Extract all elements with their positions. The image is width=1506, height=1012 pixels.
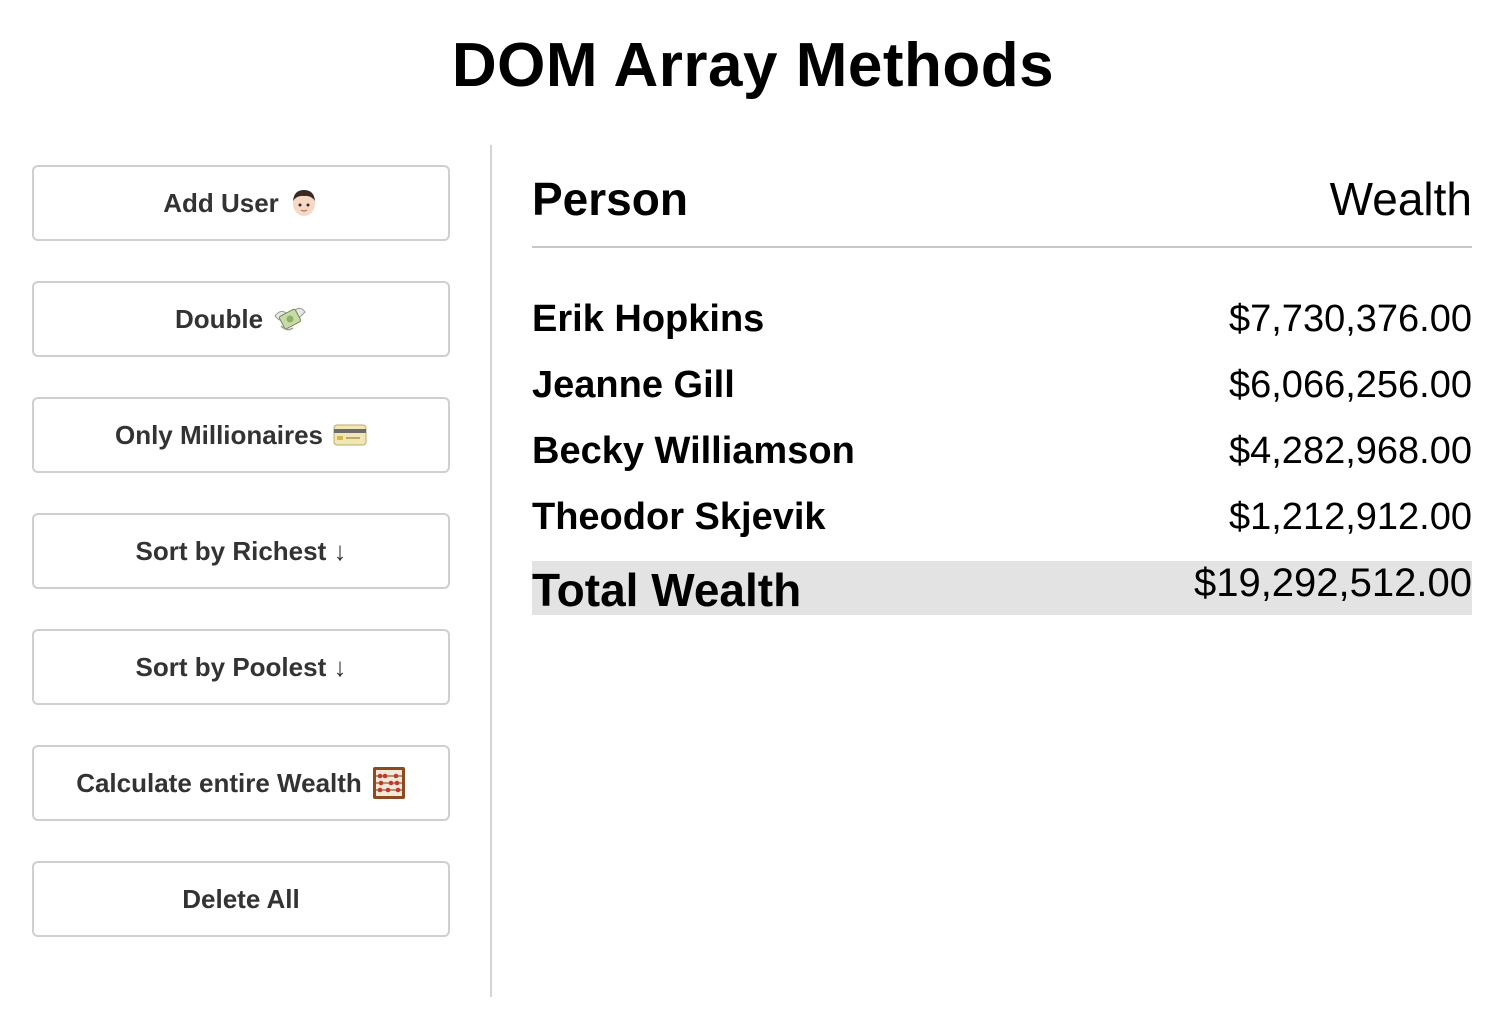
- sort-by-richest-label: Sort by Richest ↓: [135, 535, 347, 566]
- vertical-divider: [490, 145, 492, 997]
- only-millionaires-label: Only Millionaires: [114, 419, 324, 450]
- person-row: Erik Hopkins $7,730,376.00: [532, 286, 1472, 352]
- person-wealth: $1,212,912.00: [1228, 495, 1472, 538]
- wealth-column-header: Wealth: [1329, 173, 1472, 225]
- person-row: Theodor Skjevik $1,212,912.00: [532, 484, 1472, 550]
- delete-all-label: Delete All: [182, 883, 300, 914]
- delete-all-button[interactable]: Delete All: [32, 861, 450, 937]
- person-column-header: Person: [532, 173, 688, 225]
- table-header: Person Wealth: [532, 160, 1472, 248]
- only-millionaires-button[interactable]: Only Millionaires: [32, 397, 450, 473]
- person-name: Jeanne Gill: [532, 363, 735, 406]
- sidebar: Add User Double Only Millionaires Sort b…: [32, 165, 450, 977]
- person-row: Becky Williamson $4,282,968.00: [532, 418, 1472, 484]
- person-wealth: $4,282,968.00: [1228, 429, 1472, 472]
- total-wealth-label: Total Wealth: [532, 564, 802, 616]
- total-wealth-row: Total Wealth $19,292,512.00: [532, 561, 1472, 616]
- person-icon: [289, 187, 319, 219]
- person-wealth: $7,730,376.00: [1228, 297, 1472, 340]
- credit-card-icon: [333, 423, 367, 447]
- total-wealth-amount: $19,292,512.00: [1193, 561, 1472, 605]
- double-button[interactable]: Double: [32, 281, 450, 357]
- sort-by-poolest-label: Sort by Poolest ↓: [135, 651, 347, 682]
- sort-by-poolest-button[interactable]: Sort by Poolest ↓: [32, 629, 450, 705]
- wealth-table: Person Wealth Erik Hopkins $7,730,376.00…: [532, 160, 1472, 616]
- person-name: Erik Hopkins: [532, 297, 765, 340]
- calculate-entire-wealth-button[interactable]: Calculate entire Wealth: [32, 745, 450, 821]
- person-name: Becky Williamson: [532, 429, 855, 472]
- money-with-wings-icon: [273, 304, 307, 334]
- double-label: Double: [174, 303, 264, 334]
- add-user-label: Add User: [163, 187, 279, 218]
- abacus-icon: [372, 766, 406, 800]
- person-row: Jeanne Gill $6,066,256.00: [532, 352, 1472, 418]
- person-list: Erik Hopkins $7,730,376.00 Jeanne Gill $…: [532, 286, 1472, 550]
- calculate-entire-wealth-label: Calculate entire Wealth: [76, 767, 362, 798]
- person-wealth: $6,066,256.00: [1228, 363, 1472, 406]
- page-title: DOM Array Methods: [451, 31, 1055, 100]
- add-user-button[interactable]: Add User: [32, 165, 450, 241]
- person-name: Theodor Skjevik: [532, 495, 826, 538]
- sort-by-richest-button[interactable]: Sort by Richest ↓: [32, 513, 450, 589]
